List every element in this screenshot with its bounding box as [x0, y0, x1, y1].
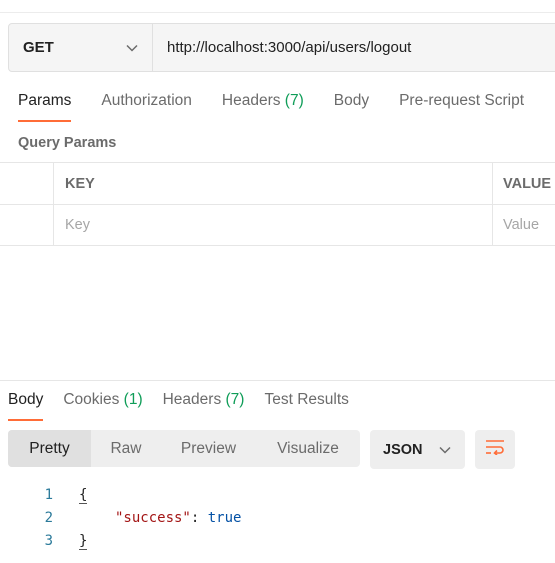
line-number: 3 — [44, 532, 53, 549]
response-divider[interactable] — [0, 380, 555, 381]
cookies-count: (1) — [123, 391, 143, 408]
value-input[interactable]: Value — [493, 205, 555, 245]
response-tabs: Body Cookies (1) Headers (7) Test Result… — [8, 391, 369, 421]
table-row: Key Value — [0, 204, 555, 246]
mode-visualize[interactable]: Visualize — [256, 430, 360, 467]
tab-response-headers[interactable]: Headers (7) — [163, 391, 245, 421]
tab-params[interactable]: Params — [18, 92, 72, 122]
tab-authorization[interactable]: Authorization — [101, 92, 191, 122]
value-placeholder: Value — [503, 217, 540, 233]
method-select[interactable]: GET — [9, 24, 153, 71]
response-code-viewer[interactable]: 1 { 2 "success": true 3 } — [0, 483, 241, 552]
mode-raw[interactable]: Raw — [91, 430, 161, 467]
line-number: 2 — [44, 509, 53, 526]
method-label: GET — [23, 39, 54, 56]
mode-preview[interactable]: Preview — [161, 430, 256, 467]
value-column-header: VALUE — [503, 175, 552, 192]
tab-pre-request-script[interactable]: Pre-request Script — [399, 92, 524, 122]
query-params-title: Query Params — [18, 135, 117, 151]
key-placeholder: Key — [65, 217, 90, 233]
wrap-lines-button[interactable] — [475, 430, 515, 469]
chevron-down-icon — [439, 442, 451, 458]
format-label: JSON — [383, 441, 423, 458]
tab-cookies[interactable]: Cookies (1) — [63, 391, 142, 421]
json-key: "success" — [115, 509, 191, 526]
request-tabs: Params Authorization Headers (7) Body Pr… — [18, 92, 554, 122]
top-divider — [0, 12, 555, 13]
request-bar: GET http://localhost:3000/api/users/logo… — [8, 23, 555, 72]
tab-response-body[interactable]: Body — [8, 391, 44, 421]
code-line: 1 { — [0, 483, 241, 506]
params-table: KEY VALUE Key Value — [0, 162, 555, 246]
table-header-row: KEY VALUE — [0, 162, 555, 204]
row-checkbox-cell — [0, 205, 54, 245]
wrap-lines-icon — [485, 439, 505, 460]
tab-body[interactable]: Body — [334, 92, 369, 122]
tab-test-results[interactable]: Test Results — [264, 391, 348, 421]
checkbox-column-header — [0, 163, 54, 204]
view-mode-group: Pretty Raw Preview Visualize — [8, 430, 360, 467]
code-line: 3 } — [0, 529, 241, 552]
tab-headers[interactable]: Headers (7) — [222, 92, 304, 122]
close-brace: } — [79, 532, 88, 550]
key-input[interactable]: Key — [54, 205, 493, 245]
code-line: 2 "success": true — [0, 506, 242, 529]
key-column-header: KEY — [54, 163, 493, 204]
open-brace: { — [79, 486, 88, 504]
json-value: true — [207, 509, 242, 526]
json-colon: : — [190, 509, 208, 526]
line-number: 1 — [44, 486, 53, 503]
format-select[interactable]: JSON — [370, 430, 465, 469]
headers-count: (7) — [284, 92, 304, 109]
url-input[interactable]: http://localhost:3000/api/users/logout — [153, 24, 555, 71]
chevron-down-icon — [126, 39, 138, 56]
url-text: http://localhost:3000/api/users/logout — [167, 39, 412, 56]
mode-pretty[interactable]: Pretty — [8, 430, 91, 467]
response-headers-count: (7) — [225, 391, 245, 408]
